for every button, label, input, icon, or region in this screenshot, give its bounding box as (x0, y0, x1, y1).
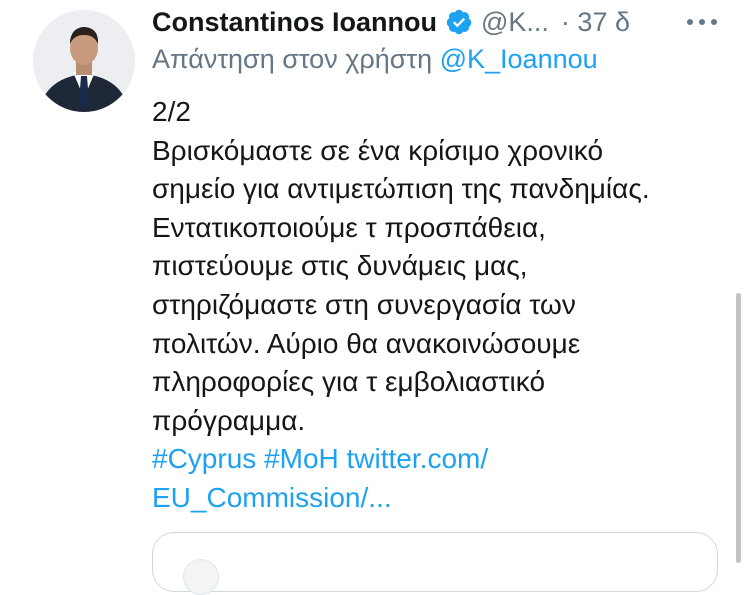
tweet-line: πιστεύουμε στις δυνάμεις μας, (152, 250, 528, 282)
reply-context: Απάντηση στον χρήστη @K_Ioannou (152, 44, 598, 75)
avatar-photo (33, 10, 135, 112)
more-dots-icon[interactable] (684, 10, 720, 34)
tweet-line: 2/2 (152, 96, 191, 127)
tweet-line: πληροφορίες για τ εμβολιαστικό (152, 366, 546, 398)
tweet-line: πολιτών. Αύριο θα ανακοινώσουμε (152, 327, 581, 359)
hashtag-link[interactable]: #Cyprus (152, 443, 256, 474)
tweet-line: Εντατικοποιούμε τ προσπάθεια, (152, 211, 546, 243)
tweet-header: Constantinos Ioannou @K... · 37 δ (152, 2, 720, 42)
reply-mention-link[interactable]: @K_Ioannou (440, 44, 598, 74)
tweet-time[interactable]: · 37 δ (561, 7, 630, 38)
verified-badge-icon (446, 9, 472, 35)
author-name[interactable]: Constantinos Ioannou (152, 7, 437, 38)
author-handle[interactable]: @K... (481, 7, 549, 38)
url-link[interactable]: twitter.com/ (347, 443, 489, 474)
avatar[interactable] (33, 10, 135, 112)
tweet-line: Βρισκόμαστε σε ένα κρίσιμο χρονικό (152, 134, 604, 166)
reply-prefix: Απάντηση στον χρήστη (152, 44, 433, 74)
url-link-continued[interactable]: EU_Commission/... (152, 479, 722, 518)
time-value: 37 δ (577, 6, 630, 37)
time-separator: · (560, 6, 570, 37)
hashtag-link[interactable]: #MoH (264, 443, 339, 474)
tweet-links-line: #Cyprus #MoH twitter.com/ (152, 440, 722, 479)
tweet-text: 2/2 Βρισκόμαστε σε ένα κρίσιμο χρονικό σ… (152, 93, 722, 518)
quoted-avatar (183, 559, 219, 595)
quoted-tweet-card[interactable] (152, 532, 718, 595)
tweet-line: πρόγραμμα. (152, 404, 306, 436)
tweet-line: στηριζόμαστε στη συνεργασία των (152, 288, 576, 320)
tweet-line: σημείο για αντιμετώπιση της πανδημίας. (152, 173, 650, 205)
scrollbar[interactable] (736, 293, 741, 563)
